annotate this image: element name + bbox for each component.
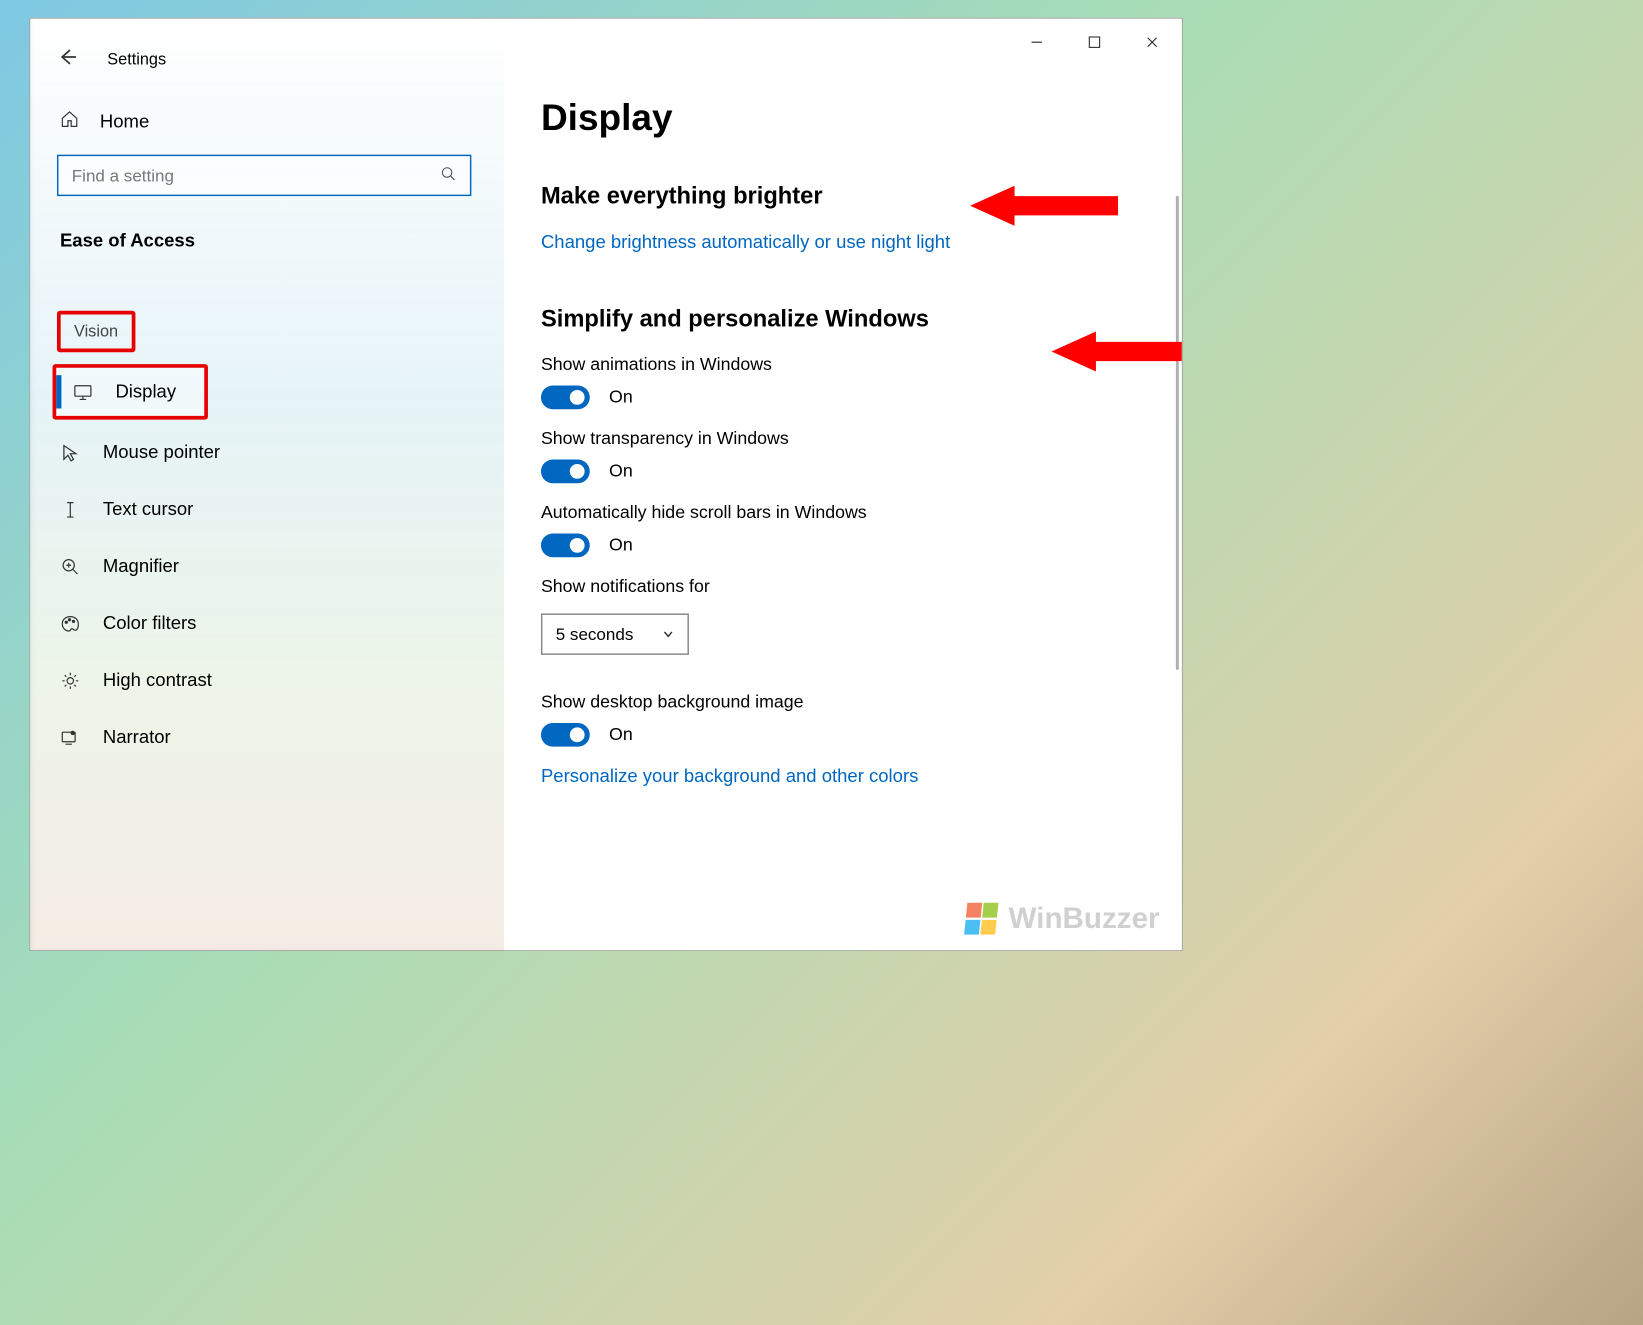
toggle-state: On — [609, 387, 633, 408]
text-cursor-icon — [60, 499, 81, 520]
sidebar-item-label: Display — [115, 381, 176, 402]
category-heading: Ease of Access — [30, 221, 504, 311]
search-wrap — [57, 155, 477, 196]
setting-label-animations: Show animations in Windows — [541, 354, 1145, 375]
window-controls — [1029, 35, 1159, 54]
home-label: Home — [100, 111, 149, 132]
dropdown-value: 5 seconds — [556, 624, 634, 644]
sidebar-item-color-filters[interactable]: Color filters — [30, 595, 504, 652]
narrator-icon — [60, 727, 81, 748]
settings-window: Settings Home Ease of Access Vision Disp… — [30, 18, 1183, 951]
scrollbar[interactable] — [1176, 196, 1179, 670]
sidebar-item-mouse-pointer[interactable]: Mouse pointer — [30, 424, 504, 481]
setting-label-notifications: Show notifications for — [541, 576, 1145, 597]
toggle-scrollbars[interactable] — [541, 534, 590, 558]
search-icon — [440, 165, 456, 185]
watermark: WinBuzzer — [966, 902, 1160, 935]
sidebar-item-label: Color filters — [103, 613, 197, 634]
home-icon — [60, 110, 79, 134]
cursor-icon — [60, 442, 81, 463]
sidebar-item-label: Text cursor — [103, 499, 193, 520]
setting-row-transparency: On — [541, 460, 1145, 484]
watermark-text: WinBuzzer — [1009, 902, 1160, 935]
toggle-background[interactable] — [541, 723, 590, 747]
setting-row-animations: On — [541, 386, 1145, 410]
toggle-state: On — [609, 724, 633, 745]
search-input[interactable] — [72, 165, 441, 185]
chevron-down-icon — [662, 628, 674, 640]
personalize-link[interactable]: Personalize your background and other co… — [541, 766, 918, 787]
home-nav[interactable]: Home — [30, 84, 504, 154]
sidebar: Settings Home Ease of Access Vision Disp… — [30, 19, 504, 951]
notifications-dropdown[interactable]: 5 seconds — [541, 613, 689, 654]
minimize-button[interactable] — [1029, 35, 1044, 54]
sun-icon — [60, 670, 81, 691]
toggle-state: On — [609, 535, 633, 556]
sidebar-item-label: Narrator — [103, 727, 171, 748]
setting-label-background: Show desktop background image — [541, 692, 1145, 713]
sidebar-item-label: Mouse pointer — [103, 442, 220, 463]
section-heading-simplify: Simplify and personalize Windows — [541, 305, 1145, 332]
toggle-state: On — [609, 461, 633, 482]
group-heading-vision: Vision — [57, 311, 135, 352]
maximize-button[interactable] — [1087, 35, 1102, 54]
palette-icon — [60, 613, 81, 634]
close-button[interactable] — [1145, 35, 1160, 54]
sidebar-item-display[interactable]: Display — [53, 364, 208, 420]
sidebar-item-label: High contrast — [103, 670, 212, 691]
toggle-animations[interactable] — [541, 386, 590, 410]
sidebar-item-label: Magnifier — [103, 556, 179, 577]
sidebar-item-text-cursor[interactable]: Text cursor — [30, 481, 504, 538]
toggle-transparency[interactable] — [541, 460, 590, 484]
app-title: Settings — [107, 49, 166, 68]
setting-row-background: On — [541, 723, 1145, 747]
setting-row-scrollbars: On — [541, 534, 1145, 558]
header-row: Settings — [30, 33, 504, 84]
setting-label-scrollbars: Automatically hide scroll bars in Window… — [541, 502, 1145, 523]
magnifier-icon — [60, 556, 81, 577]
section-heading-brightness: Make everything brighter — [541, 182, 1145, 209]
main-panel: Display Make everything brighter Change … — [504, 19, 1182, 951]
brightness-link[interactable]: Change brightness automatically or use n… — [541, 232, 950, 253]
back-arrow-icon[interactable] — [57, 47, 78, 71]
sidebar-item-magnifier[interactable]: Magnifier — [30, 538, 504, 595]
display-icon — [73, 381, 94, 402]
sidebar-item-narrator[interactable]: Narrator — [30, 709, 504, 766]
sidebar-item-high-contrast[interactable]: High contrast — [30, 652, 504, 709]
search-box[interactable] — [57, 155, 471, 196]
watermark-logo-icon — [964, 902, 1000, 935]
setting-label-transparency: Show transparency in Windows — [541, 428, 1145, 449]
